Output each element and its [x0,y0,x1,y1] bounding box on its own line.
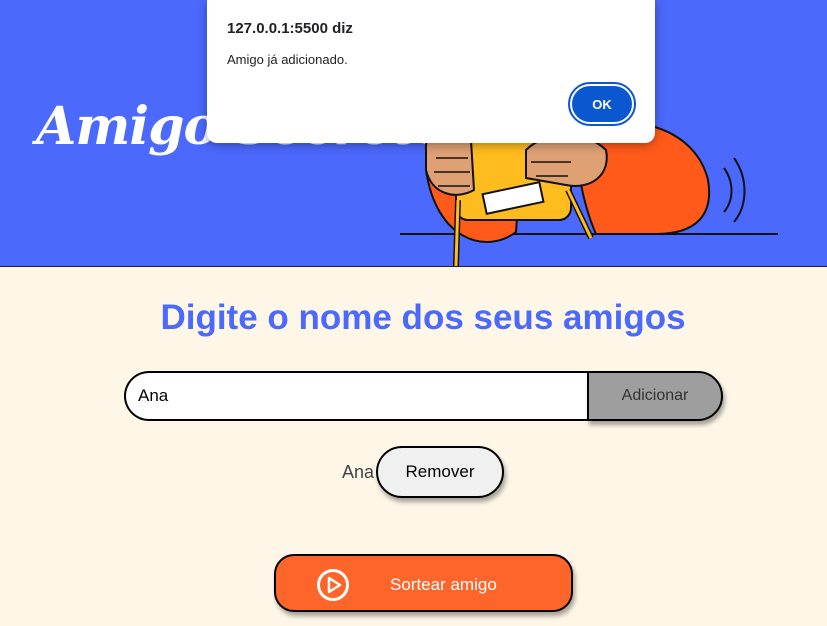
alert-origin: 127.0.0.1:5500 diz [227,20,353,37]
alert-dialog: 127.0.0.1:5500 diz Amigo já adicionado. … [207,0,655,143]
add-button[interactable]: Adicionar [587,371,723,421]
draw-friend-button[interactable]: Sortear amigo [274,554,573,612]
friend-name: Ana [342,462,375,482]
remove-button[interactable]: Remover [376,446,504,498]
ok-button[interactable]: OK [568,82,636,126]
friend-name-input[interactable] [124,371,587,421]
main-heading: Digite o nome dos seus amigos [160,298,686,337]
draw-button-label: Sortear amigo [390,575,497,594]
play-circle-icon [317,569,349,601]
add-friend-row: Adicionar [124,371,724,425]
alert-message: Amigo já adicionado. [227,52,348,67]
